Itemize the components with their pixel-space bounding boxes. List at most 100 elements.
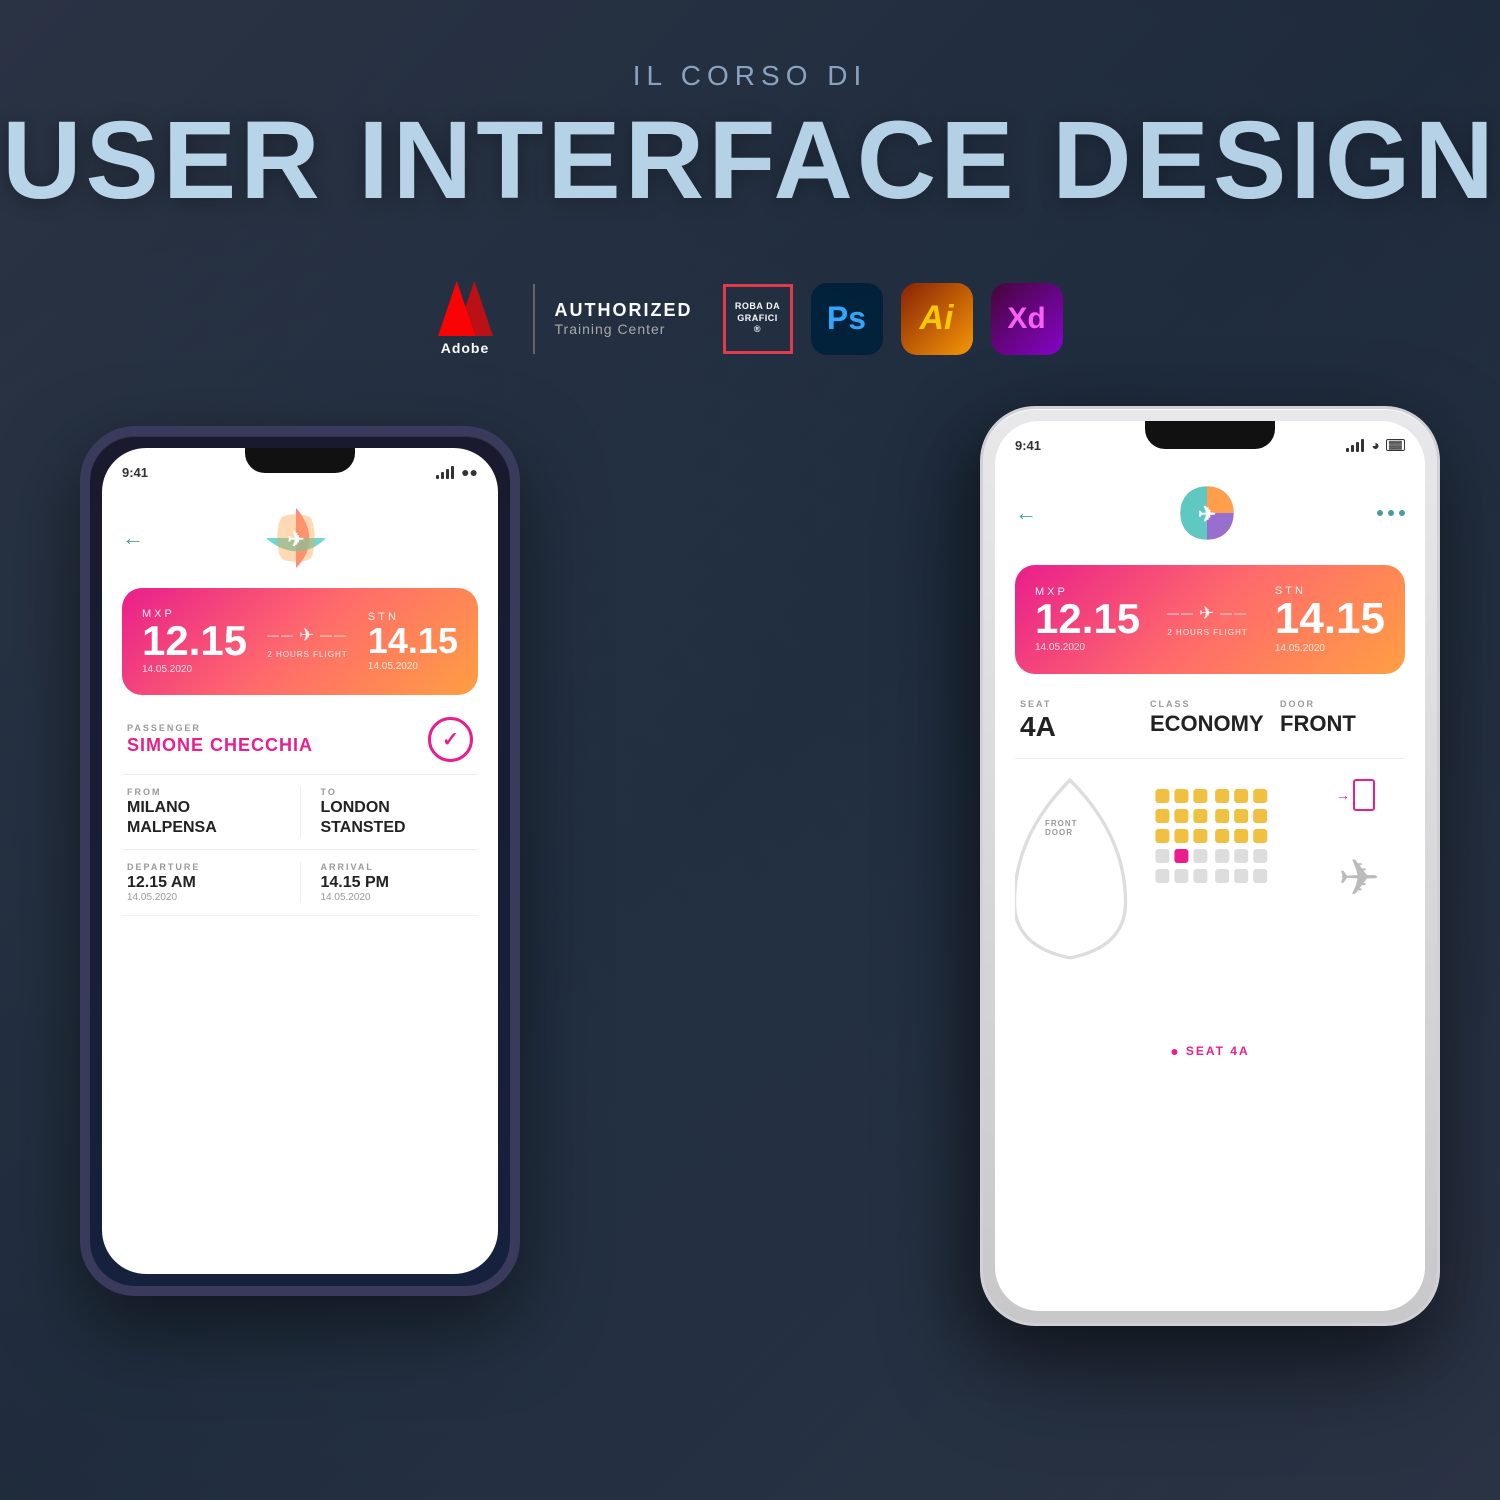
- back-passenger-block: PASSENGER SIMONE CHECCHIA: [127, 723, 313, 756]
- back-from-time: 12.15: [142, 620, 247, 662]
- seat-dot[interactable]: [1174, 869, 1188, 883]
- back-arr-time: 14.15 PM: [321, 874, 474, 892]
- front-flight-card: MXP 12.15 14.05.2020 —— ✈ —— 2 HOURS FLI…: [1015, 565, 1405, 674]
- phone-back: 9:41 ●● ←: [80, 426, 520, 1296]
- front-door-col: DOOR FRONT: [1280, 699, 1400, 743]
- phone-back-screen: 9:41 ●● ←: [102, 448, 498, 1274]
- front-to-date: 14.05.2020: [1275, 643, 1385, 654]
- adobe-icon: [438, 281, 493, 336]
- front-to-time: 14.15: [1275, 597, 1385, 641]
- back-passenger-label: PASSENGER: [127, 723, 313, 733]
- seat-dot[interactable]: [1234, 849, 1248, 863]
- plane-logo-front: ✈: [1175, 481, 1239, 545]
- front-seat-label: SEAT: [1020, 699, 1140, 709]
- seat-dot[interactable]: [1215, 789, 1229, 803]
- seat-dot[interactable]: [1253, 809, 1267, 823]
- back-to-col: TO LONDON STANSTED: [321, 787, 474, 837]
- authorized-text: AUTHORIZED: [555, 300, 693, 321]
- seat-dot[interactable]: [1253, 869, 1267, 883]
- seat-dot[interactable]: [1193, 829, 1207, 843]
- authorized-block: AUTHORIZED Training Center: [555, 300, 693, 337]
- front-door-map-label: FRONTDOOR: [1045, 819, 1078, 837]
- back-passenger-name: SIMONE CHECCHIA: [127, 735, 313, 756]
- adobe-text: Adobe: [441, 340, 490, 356]
- seat-dot-selected[interactable]: [1174, 849, 1188, 863]
- back-from-city: MILANO: [127, 799, 280, 817]
- front-app-content: ← ✈: [995, 461, 1425, 1089]
- back-arrow-icon[interactable]: ←: [122, 525, 144, 551]
- seat-dot[interactable]: [1193, 809, 1207, 823]
- seat-dot[interactable]: [1234, 869, 1248, 883]
- dot2: [1388, 510, 1394, 516]
- seat-dot[interactable]: [1253, 849, 1267, 863]
- back-duration: 2 HOURS FLIGHT: [267, 650, 347, 659]
- back-from-col: FROM MILANO MALPENSA: [127, 787, 280, 837]
- back-from-label: FROM: [127, 787, 280, 797]
- seat-4a-label: ● SEAT 4A: [1170, 1043, 1249, 1059]
- back-dep-col: DEPARTURE 12.15 AM 14.05.2020: [127, 862, 280, 903]
- xd-label: Xd: [1007, 302, 1045, 336]
- front-class-value: ECONOMY: [1150, 711, 1270, 737]
- check-icon: ✓: [428, 717, 473, 762]
- seat-dot[interactable]: [1253, 829, 1267, 843]
- seat-dot[interactable]: [1234, 789, 1248, 803]
- svg-text:✈: ✈: [288, 529, 305, 551]
- seat-dot[interactable]: [1215, 829, 1229, 843]
- seat-dot[interactable]: [1215, 869, 1229, 883]
- front-from-code: MXP: [1035, 586, 1140, 598]
- dots-menu[interactable]: [1377, 510, 1405, 516]
- seat-dot[interactable]: [1215, 809, 1229, 823]
- back-arr-col: ARRIVAL 14.15 PM 14.05.2020: [321, 862, 474, 903]
- back-from-airport: MALPENSA: [127, 819, 280, 837]
- main-title: USER INTERFACE DESIGN: [0, 100, 1500, 221]
- seat-dot[interactable]: [1155, 829, 1169, 843]
- seat-grid-left: [1155, 789, 1207, 883]
- seat-dot[interactable]: [1193, 869, 1207, 883]
- front-to-code: STN: [1275, 585, 1385, 597]
- back-flight-card: MXP 12.15 14.05.2020 —— ✈ —— 2 HOURS FLI…: [122, 588, 478, 695]
- front-to-block: STN 14.15 14.05.2020: [1275, 585, 1385, 654]
- phone-front: 9:41 ◕ ▓▓ ←: [980, 406, 1440, 1326]
- seat-dot[interactable]: [1193, 789, 1207, 803]
- front-status-icons: ◕ ▓▓: [1346, 437, 1405, 453]
- front-flight-line: —— ✈ ——: [1167, 603, 1248, 624]
- subtitle: IL CORSO DI: [0, 60, 1500, 92]
- front-flight-middle: —— ✈ —— 2 HOURS FLIGHT: [1167, 603, 1248, 637]
- col-divider: [300, 787, 301, 837]
- front-seat-value: 4A: [1020, 711, 1140, 743]
- front-notch: [1145, 421, 1275, 449]
- front-back-arrow-icon[interactable]: ←: [1015, 500, 1037, 526]
- seat-dot[interactable]: [1174, 829, 1188, 843]
- seat-dot[interactable]: [1193, 849, 1207, 863]
- seat-dot[interactable]: [1155, 809, 1169, 823]
- seat-dot[interactable]: [1174, 789, 1188, 803]
- seat-dot[interactable]: [1174, 809, 1188, 823]
- seat-dot[interactable]: [1253, 789, 1267, 803]
- back-to-label: TO: [321, 787, 474, 797]
- front-seat-row: SEAT 4A CLASS ECONOMY DOOR FRONT: [1015, 684, 1405, 759]
- seat-dot[interactable]: [1234, 809, 1248, 823]
- back-to-block: STN 14.15 14.05.2020: [368, 611, 458, 672]
- back-nav: ← ✈: [122, 498, 478, 578]
- front-nav: ← ✈: [1015, 471, 1405, 555]
- door-area: →: [1336, 779, 1375, 811]
- back-to-date: 14.05.2020: [368, 661, 458, 672]
- seat-dot[interactable]: [1155, 849, 1169, 863]
- seat-dot[interactable]: [1155, 869, 1169, 883]
- back-from-to-row: FROM MILANO MALPENSA TO LONDON STANSTED: [122, 775, 478, 850]
- ai-label: Ai: [920, 299, 954, 338]
- svg-text:✈: ✈: [1198, 503, 1216, 527]
- seat-dot[interactable]: [1215, 849, 1229, 863]
- seat-dot[interactable]: [1155, 789, 1169, 803]
- front-from-block: MXP 12.15 14.05.2020: [1035, 586, 1140, 653]
- seat-dot[interactable]: [1234, 829, 1248, 843]
- front-status-time: 9:41: [1015, 438, 1041, 453]
- front-class-label: CLASS: [1150, 699, 1270, 709]
- front-signal-icon: [1346, 439, 1364, 452]
- plane-logo-back: ✈: [266, 508, 326, 568]
- back-arr-date: 14.05.2020: [321, 892, 474, 903]
- back-dep-label: DEPARTURE: [127, 862, 280, 872]
- back-arr-label: ARRIVAL: [321, 862, 474, 872]
- back-flight-middle: —— ✈ —— 2 HOURS FLIGHT: [267, 625, 348, 659]
- front-class-col: CLASS ECONOMY: [1150, 699, 1270, 743]
